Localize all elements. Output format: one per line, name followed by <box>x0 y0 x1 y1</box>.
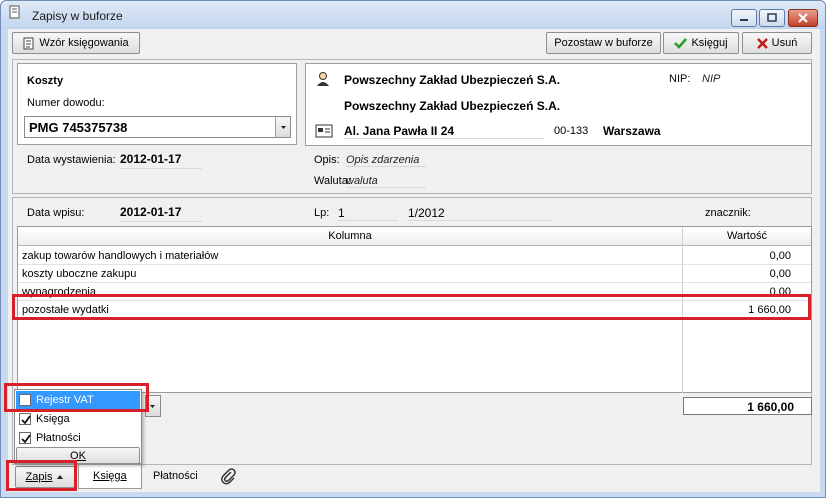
row-name: pozostałe wydatki <box>22 304 109 316</box>
combo-dropdown-button[interactable] <box>275 117 290 137</box>
column-header-kolumna[interactable]: Kolumna <box>18 227 682 246</box>
opis-value[interactable]: Opis zdarzenia <box>346 154 426 167</box>
opis-label: Opis: <box>314 154 340 166</box>
window-title: Zapisy w buforze <box>32 9 123 23</box>
contractor-name-1: Powszechny Zakład Ubezpieczeń S.A. <box>344 73 561 87</box>
document-icon <box>23 37 34 49</box>
popup-item-platnosci[interactable]: Płatności <box>16 429 140 447</box>
checkmark-icon <box>21 415 31 425</box>
lp-value[interactable]: 1 <box>338 206 398 221</box>
checkmark-icon <box>21 434 31 444</box>
title-bar[interactable]: Zapisy w buforze <box>1 1 825 29</box>
number-label: Numer dowodu: <box>27 97 105 109</box>
issue-date-label: Data wystawienia: <box>27 154 116 166</box>
close-icon <box>798 13 808 23</box>
contractor-name-2: Powszechny Zakład Ubezpieczeń S.A. <box>344 99 561 113</box>
zapis-label: Zapis <box>25 471 53 483</box>
lp-label: Lp: <box>314 207 330 219</box>
row-name: koszty uboczne zakupu <box>22 268 137 280</box>
maximize-button[interactable] <box>759 9 785 27</box>
chevron-down-icon <box>150 405 155 408</box>
entry-date-label: Data wpisu: <box>27 207 85 219</box>
issue-date-value[interactable]: 2012-01-17 <box>120 152 202 169</box>
ksieguj-button[interactable]: Księguj <box>663 32 739 54</box>
contractor-street: Al. Jana Pawła II 24 <box>344 124 544 139</box>
ksiega-label: Księga <box>36 413 70 425</box>
row-value[interactable]: 0,00 <box>770 286 791 298</box>
popup-item-rejestr-vat[interactable]: Rejestr VAT <box>16 391 140 409</box>
rejestr-vat-checkbox[interactable] <box>19 394 31 406</box>
zapis-button[interactable]: Zapis <box>15 466 75 488</box>
usun-label: Usuń <box>771 37 798 49</box>
rejestr-vat-label: Rejestr VAT <box>36 394 94 406</box>
section-title: Koszty <box>27 75 64 87</box>
table-row[interactable]: wynagrodzenia 0,00 <box>18 283 811 301</box>
row-name: wynagrodzenia <box>22 286 96 298</box>
document-number-value: PMG 745375738 <box>29 120 128 135</box>
checkmark-icon <box>674 38 688 49</box>
contractor-postcode: 00-133 <box>554 125 589 137</box>
row-value[interactable]: 0,00 <box>770 268 791 280</box>
app-icon <box>8 5 22 19</box>
row-value[interactable]: 0,00 <box>770 250 791 262</box>
platnosci-checkbox[interactable] <box>19 432 31 444</box>
tab-ksiega[interactable]: Księga <box>78 465 142 489</box>
client-area: Wzór księgowania Pozostaw w buforze Księ… <box>8 29 820 492</box>
entries-grid: Kolumna Wartość zakup towarów handlowych… <box>17 226 812 393</box>
table-row[interactable]: zakup towarów handlowych i materiałów 0,… <box>18 247 811 265</box>
document-number-combo[interactable]: PMG 745375738 <box>24 116 291 138</box>
table-row[interactable]: pozostałe wydatki 1 660,00 <box>18 301 811 319</box>
ok-label: OK <box>70 449 86 462</box>
pozostaw-w-buforze-button[interactable]: Pozostaw w buforze <box>546 32 661 54</box>
total-value: 1 660,00 <box>747 400 794 414</box>
wzor-ksiegowania-label: Wzór księgowania <box>39 37 129 49</box>
register-dropdown-button[interactable] <box>145 395 161 417</box>
chevron-down-icon <box>281 126 286 129</box>
minimize-button[interactable] <box>731 9 757 27</box>
lp-number: 1/2012 <box>408 206 553 221</box>
paperclip-icon[interactable] <box>220 467 236 488</box>
znacznik-label: znacznik: <box>705 207 751 219</box>
close-button[interactable] <box>788 9 818 27</box>
total-field: 1 660,00 <box>683 397 812 415</box>
platnosci-label: Płatności <box>36 432 81 444</box>
app-window: Zapisy w buforze Wzór księgowania Pozost… <box>0 0 826 498</box>
address-card-icon[interactable] <box>315 124 333 141</box>
nip-value[interactable]: NIP <box>702 73 720 85</box>
pozostaw-label: Pozostaw w buforze <box>554 37 653 49</box>
ksieguj-label: Księguj <box>691 37 728 49</box>
popup-item-ksiega[interactable]: Księga <box>16 410 140 428</box>
contractor-city: Warszawa <box>603 124 661 138</box>
usun-button[interactable]: Usuń <box>742 32 812 54</box>
column-header-wartosc[interactable]: Wartość <box>682 227 811 246</box>
nip-label: NIP: <box>669 73 691 85</box>
wzor-ksiegowania-button[interactable]: Wzór księgowania <box>12 32 140 54</box>
entry-date-value[interactable]: 2012-01-17 <box>120 205 202 222</box>
waluta-value[interactable]: waluta <box>346 175 426 188</box>
chevron-up-icon <box>57 475 64 479</box>
zapis-popup-menu: Rejestr VAT Księga Płatności OK <box>14 389 142 464</box>
row-name: zakup towarów handlowych i materiałów <box>22 250 219 262</box>
popup-ok-button[interactable]: OK <box>16 447 140 464</box>
contractor-panel: Powszechny Zakład Ubezpieczeń S.A. NIP: … <box>305 63 812 146</box>
row-value[interactable]: 1 660,00 <box>748 304 791 316</box>
minimize-icon <box>740 19 748 21</box>
person-icon[interactable] <box>315 71 331 90</box>
delete-x-icon <box>756 37 768 49</box>
tab-platnosci[interactable]: Płatności <box>153 470 198 482</box>
maximize-icon <box>767 13 777 22</box>
ksiega-checkbox[interactable] <box>19 413 31 425</box>
document-panel: Koszty Numer dowodu: PMG 745375738 <box>17 63 297 145</box>
tab-ksiega-label: Księga <box>93 470 127 482</box>
table-row[interactable]: koszty uboczne zakupu 0,00 <box>18 265 811 283</box>
